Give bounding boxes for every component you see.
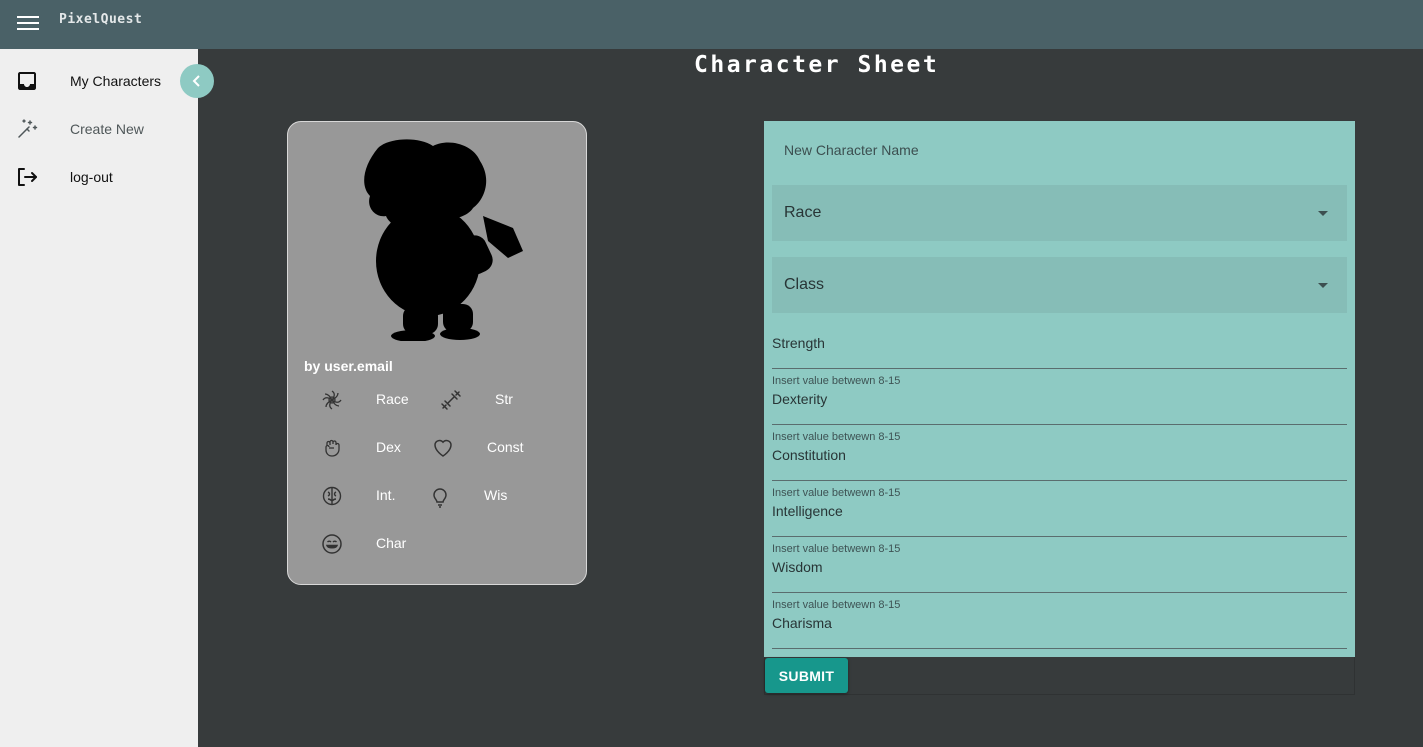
constitution-field[interactable]: Insert value betwewn 8-15 Constitution: [772, 425, 1347, 481]
character-silhouette: [364, 139, 523, 341]
dropdown-arrow-icon: [1318, 283, 1328, 288]
character-name-input[interactable]: New Character Name: [784, 142, 919, 158]
field-label: Wisdom: [772, 559, 823, 575]
heart-icon: [434, 439, 452, 457]
page-title: Character Sheet: [694, 52, 940, 78]
field-hint: Insert value betwewn 8-15: [772, 543, 901, 555]
charisma-field[interactable]: Insert value betwewn 8-15 Charisma: [772, 593, 1347, 649]
brain-icon: [322, 486, 342, 506]
lightbulb-icon: [433, 488, 447, 508]
stat-label-const: Const: [487, 439, 524, 455]
race-icon: [322, 390, 342, 410]
character-card: by user.email Race Str Dex Const Int. Wi…: [287, 121, 587, 585]
sidebar-item-my-characters[interactable]: My Characters: [0, 57, 198, 105]
dexterity-field[interactable]: Insert value betwewn 8-15 Dexterity: [772, 369, 1347, 425]
stat-label-int: Int.: [376, 487, 396, 503]
app-bar: PixelQuest: [0, 0, 1423, 49]
field-label: Intelligence: [772, 503, 843, 519]
stat-label-wis: Wis: [484, 487, 508, 503]
stat-label-dex: Dex: [376, 439, 401, 455]
field-hint: Insert value betwewn 8-15: [772, 431, 901, 443]
class-select-label: Class: [784, 276, 825, 293]
race-select[interactable]: Race: [772, 185, 1347, 241]
field-label: Charisma: [772, 615, 832, 631]
form-footer: [764, 657, 1355, 695]
sidebar-item-log-out[interactable]: log-out: [0, 153, 198, 201]
field-hint: Insert value betwewn 8-15: [772, 599, 901, 611]
field-hint: Insert value betwewn 8-15: [772, 487, 901, 499]
menu-icon[interactable]: [17, 16, 39, 34]
smile-icon: [322, 534, 342, 554]
field-hint: Insert value betwewn 8-15: [772, 375, 901, 387]
collapse-sidebar-button[interactable]: [180, 64, 214, 98]
stat-label-race: Race: [376, 391, 409, 407]
submit-button[interactable]: SUBMIT: [765, 658, 848, 693]
sidebar-item-label: Create New: [70, 121, 144, 137]
sidebar-item-create-new[interactable]: Create New: [0, 105, 198, 153]
inbox-icon: [18, 72, 36, 90]
chevron-left-icon: [192, 75, 200, 87]
sidebar-item-label: My Characters: [70, 73, 162, 89]
wisdom-field[interactable]: Insert value betwewn 8-15 Wisdom: [772, 537, 1347, 593]
field-label: Dexterity: [772, 391, 828, 407]
field-label: Strength: [772, 335, 825, 351]
character-form: New Character Name Race Class Strength I…: [764, 121, 1355, 657]
class-select[interactable]: Class: [772, 257, 1347, 313]
dropdown-arrow-icon: [1318, 211, 1328, 216]
sidebar: My Characters Create New log-out: [0, 49, 198, 747]
fist-icon: [325, 439, 340, 457]
magic-wand-icon: [18, 119, 38, 138]
strength-field[interactable]: Strength: [772, 313, 1347, 369]
stat-label-str: Str: [495, 391, 513, 407]
sidebar-item-label: log-out: [70, 169, 113, 185]
app-title: PixelQuest: [59, 12, 143, 27]
field-label: Constitution: [772, 447, 846, 463]
intelligence-field[interactable]: Insert value betwewn 8-15 Intelligence: [772, 481, 1347, 537]
dumbbell-icon: [441, 390, 461, 410]
author-label: by user.email: [304, 358, 393, 374]
race-select-label: Race: [784, 204, 822, 221]
stat-label-char: Char: [376, 535, 407, 551]
logout-icon: [18, 168, 37, 186]
